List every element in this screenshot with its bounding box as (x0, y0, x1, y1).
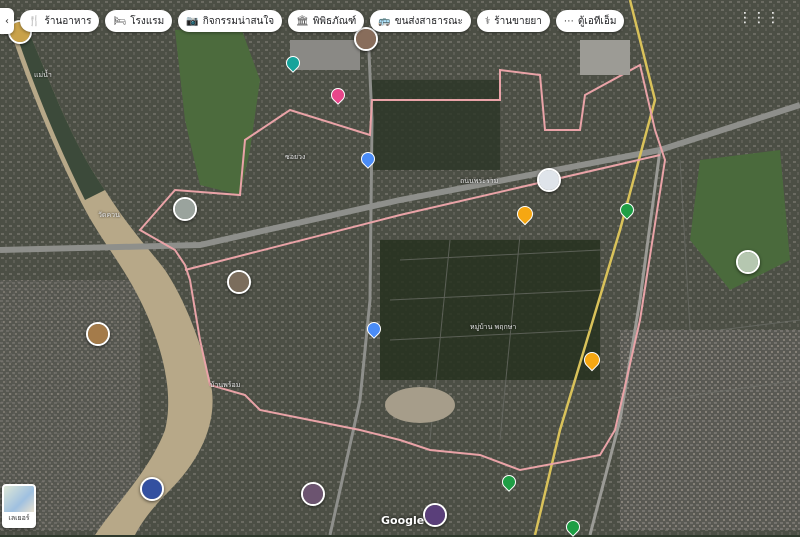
industrial-block (580, 40, 630, 75)
place-photo-pin[interactable] (86, 322, 110, 346)
bed-icon: 🛏 (113, 15, 127, 27)
construction-site (385, 387, 455, 423)
vegetation-top (370, 80, 500, 170)
more-icon: ⋯ (563, 15, 574, 27)
place-photo-pin[interactable] (423, 503, 447, 527)
map-label: ซอยวง (285, 153, 306, 161)
layers-label: เลเยอร์ (8, 514, 30, 522)
chip-restaurants[interactable]: 🍴 ร้านอาหาร (20, 10, 100, 32)
map-label: ถนนพระราม (460, 177, 499, 185)
bus-icon: 🚌 (378, 15, 391, 27)
google-logo: Google (381, 514, 425, 527)
map-label: หมู่บ้าน พฤกษา (470, 323, 517, 331)
apps-grid-icon[interactable]: ⋮⋮⋮ (738, 10, 780, 26)
place-photo-pin[interactable] (301, 482, 325, 506)
chip-pharmacies[interactable]: ⚕ ร้านขายยา (476, 10, 550, 32)
layers-thumbnail (4, 486, 34, 512)
map-label: บ้านพร้อม (210, 381, 241, 389)
layers-button[interactable]: เลเยอร์ (2, 484, 36, 528)
chip-label: ขนส่งสาธารณะ (394, 15, 463, 27)
place-photo-pin[interactable] (140, 477, 164, 501)
chip-atms[interactable]: ⋯ ตู้เอทีเอ็ม (555, 10, 625, 32)
chip-label: กิจกรรมน่าสนใจ (202, 15, 275, 27)
collapse-panel-button[interactable]: ‹ (0, 8, 14, 34)
chip-label: โรงแรม (130, 15, 165, 27)
chip-label: ตู้เอทีเอ็ม (577, 15, 617, 27)
fork-knife-icon: 🍴 (28, 15, 41, 27)
chip-label: พิพิธภัณฑ์ (312, 15, 357, 27)
camera-icon: 📷 (186, 15, 199, 27)
map-label: แม่น้ำ (34, 71, 52, 79)
map-label: วัดควน (98, 211, 120, 219)
place-photo-pin[interactable] (227, 270, 251, 294)
industrial-block-2 (290, 40, 360, 70)
chip-hotels[interactable]: 🛏 โรงแรม (105, 10, 173, 32)
chip-things-to-do[interactable]: 📷 กิจกรรมน่าสนใจ (178, 10, 283, 32)
category-chip-bar: ‹ 🍴 ร้านอาหาร 🛏 โรงแรม 📷 กิจกรรมน่าสนใจ 🏛 พิ… (0, 8, 625, 34)
place-photo-pin[interactable] (736, 250, 760, 274)
chip-transit[interactable]: 🚌 ขนส่งสาธารณะ (370, 10, 471, 32)
pharmacy-icon: ⚕ (484, 15, 491, 27)
place-photo-pin[interactable] (537, 168, 561, 192)
dark-vegetation-area (380, 240, 600, 380)
museum-icon: 🏛 (296, 15, 309, 27)
chip-label: ร้านขายยา (494, 15, 542, 27)
satellite-map[interactable] (0, 0, 800, 535)
place-photo-pin[interactable] (173, 197, 197, 221)
chip-museums[interactable]: 🏛 พิพิธภัณฑ์ (288, 10, 365, 32)
chip-label: ร้านอาหาร (44, 15, 92, 27)
dense-urban-right (620, 330, 800, 530)
